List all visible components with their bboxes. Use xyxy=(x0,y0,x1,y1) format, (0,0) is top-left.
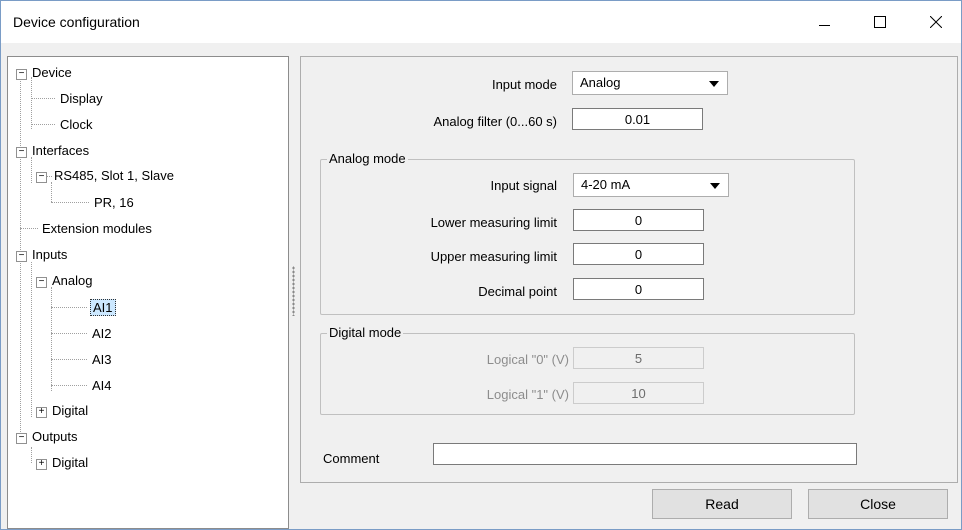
read-button[interactable]: Read xyxy=(652,489,792,519)
input-signal-label: Input signal xyxy=(490,178,558,193)
splitter-grip[interactable] xyxy=(292,266,295,316)
device-configuration-window: Device configuration − Device Display Cl… xyxy=(0,0,962,530)
expand-toggle-outputs-digital[interactable]: + xyxy=(36,459,47,470)
minimize-icon xyxy=(818,24,830,26)
tree-item-pr16[interactable]: PR, 16 xyxy=(92,193,136,213)
tree-line xyxy=(51,359,87,360)
input-signal-value: 4-20 mA xyxy=(581,177,631,192)
comment-input[interactable] xyxy=(433,443,857,465)
analog-filter-input[interactable]: 0.01 xyxy=(572,108,703,130)
tree-item-ai3[interactable]: AI3 xyxy=(90,350,114,370)
title-bar[interactable]: Device configuration xyxy=(1,1,961,43)
tree-line xyxy=(51,333,87,334)
window-title: Device configuration xyxy=(13,14,140,30)
comment-label: Comment xyxy=(323,451,380,466)
chevron-down-icon xyxy=(709,81,719,87)
tree-item-ai4[interactable]: AI4 xyxy=(90,376,114,396)
digital-mode-group: Digital mode Logical "0" (V) 5 Logical "… xyxy=(320,325,855,415)
tree-item-outputs-digital[interactable]: Digital xyxy=(50,453,90,473)
decimal-point-label: Decimal point xyxy=(478,284,557,299)
lower-limit-input[interactable]: 0 xyxy=(573,209,704,231)
input-mode-value: Analog xyxy=(580,75,621,90)
maximize-button[interactable] xyxy=(857,1,903,43)
chevron-down-icon xyxy=(710,183,720,189)
digital-mode-title: Digital mode xyxy=(327,325,404,340)
analog-mode-group: Analog mode Input signal 4-20 mA Lower m… xyxy=(320,151,855,315)
upper-limit-label: Upper measuring limit xyxy=(430,249,557,264)
input-mode-select[interactable]: Analog xyxy=(572,71,728,95)
close-button[interactable]: Close xyxy=(808,489,948,519)
tree-item-interfaces[interactable]: Interfaces xyxy=(30,141,91,161)
tree-line xyxy=(51,385,87,386)
tree-item-extension-modules[interactable]: Extension modules xyxy=(40,219,154,239)
close-window-button[interactable] xyxy=(913,1,959,43)
logical-0-input[interactable]: 5 xyxy=(573,347,704,369)
analog-mode-title: Analog mode xyxy=(327,151,408,166)
tree-item-analog[interactable]: Analog xyxy=(50,271,94,291)
collapse-toggle-device[interactable]: − xyxy=(16,69,27,80)
tree-item-inputs[interactable]: Inputs xyxy=(30,245,69,265)
tree-item-ai1[interactable]: AI1 xyxy=(90,298,116,318)
analog-filter-label: Analog filter (0...60 s) xyxy=(433,114,557,129)
device-tree[interactable]: − Device Display Clock − Interfaces − RS… xyxy=(7,56,289,529)
collapse-toggle-outputs[interactable]: − xyxy=(16,433,27,444)
logical-1-input[interactable]: 10 xyxy=(573,382,704,404)
close-icon xyxy=(930,16,942,28)
collapse-toggle-rs485[interactable]: − xyxy=(36,172,47,183)
minimize-button[interactable] xyxy=(801,1,847,43)
tree-item-ai2[interactable]: AI2 xyxy=(90,324,114,344)
tree-item-outputs[interactable]: Outputs xyxy=(30,427,80,447)
tree-line xyxy=(31,77,32,129)
settings-panel: Input mode Analog Analog filter (0...60 … xyxy=(300,56,958,483)
lower-limit-label: Lower measuring limit xyxy=(430,215,557,230)
tree-line xyxy=(31,98,55,99)
tree-item-device[interactable]: Device xyxy=(30,63,74,83)
logical-0-label: Logical "0" (V) xyxy=(486,352,569,367)
tree-item-rs485[interactable]: RS485, Slot 1, Slave xyxy=(52,166,176,186)
tree-line xyxy=(51,287,52,391)
logical-1-label: Logical "1" (V) xyxy=(486,387,569,402)
collapse-toggle-analog[interactable]: − xyxy=(36,277,47,288)
collapse-toggle-interfaces[interactable]: − xyxy=(16,147,27,158)
tree-item-inputs-digital[interactable]: Digital xyxy=(50,401,90,421)
tree-line xyxy=(31,124,55,125)
input-mode-label: Input mode xyxy=(491,77,557,92)
upper-limit-input[interactable]: 0 xyxy=(573,243,704,265)
tree-line xyxy=(31,447,32,463)
tree-line xyxy=(20,228,38,229)
expand-toggle-inputs-digital[interactable]: + xyxy=(36,407,47,418)
input-signal-select[interactable]: 4-20 mA xyxy=(573,173,729,197)
tree-item-clock[interactable]: Clock xyxy=(58,115,95,135)
tree-line xyxy=(51,202,89,203)
collapse-toggle-inputs[interactable]: − xyxy=(16,251,27,262)
tree-line xyxy=(51,307,87,308)
maximize-icon xyxy=(874,16,886,28)
tree-item-display[interactable]: Display xyxy=(58,89,105,109)
tree-line xyxy=(31,262,32,417)
decimal-point-input[interactable]: 0 xyxy=(573,278,704,300)
